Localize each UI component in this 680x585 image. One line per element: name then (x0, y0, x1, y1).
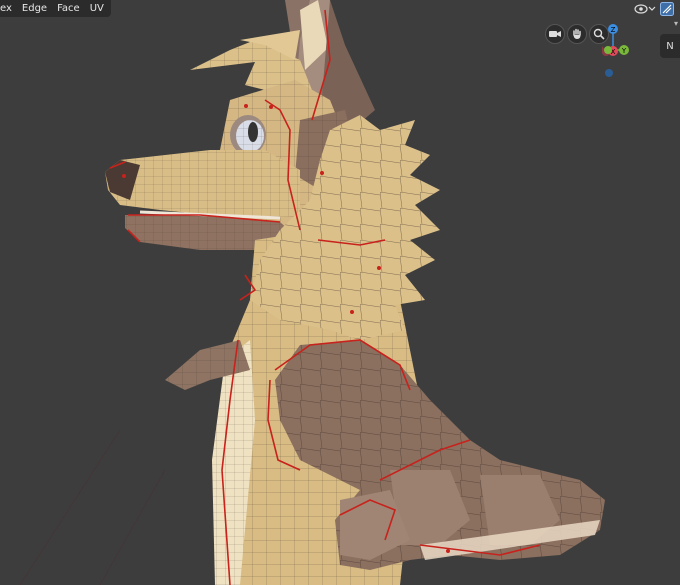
menu-uv[interactable]: UV (85, 0, 109, 17)
mesh-scene[interactable] (0, 0, 680, 585)
axis-neg-y[interactable] (603, 45, 613, 55)
menu-edge[interactable]: Edge (17, 0, 52, 17)
eye-icon[interactable] (634, 1, 656, 16)
sidebar-tab[interactable]: N (660, 34, 680, 58)
3d-viewport[interactable]: ex Edge Face UV ▾ N Z Y X (0, 0, 680, 585)
axis-z-label: Z (611, 26, 616, 34)
header-menubar: ex Edge Face UV (0, 0, 111, 17)
menu-vertex[interactable]: ex (0, 0, 17, 17)
sidebar-collapse-arrow[interactable]: ▾ (674, 19, 678, 28)
axis-y-label: Y (621, 47, 627, 55)
menu-face[interactable]: Face (52, 0, 85, 17)
snout (105, 150, 300, 250)
navigation-gizmo: Z Y X (540, 20, 630, 80)
floor-grid (19, 429, 166, 585)
viewport-header-right (634, 0, 674, 17)
sidebar-tab-label: N (666, 40, 674, 52)
camera-icon[interactable] (545, 24, 565, 44)
hand-pan-icon[interactable] (567, 24, 587, 44)
overlay-icon[interactable] (660, 1, 674, 16)
